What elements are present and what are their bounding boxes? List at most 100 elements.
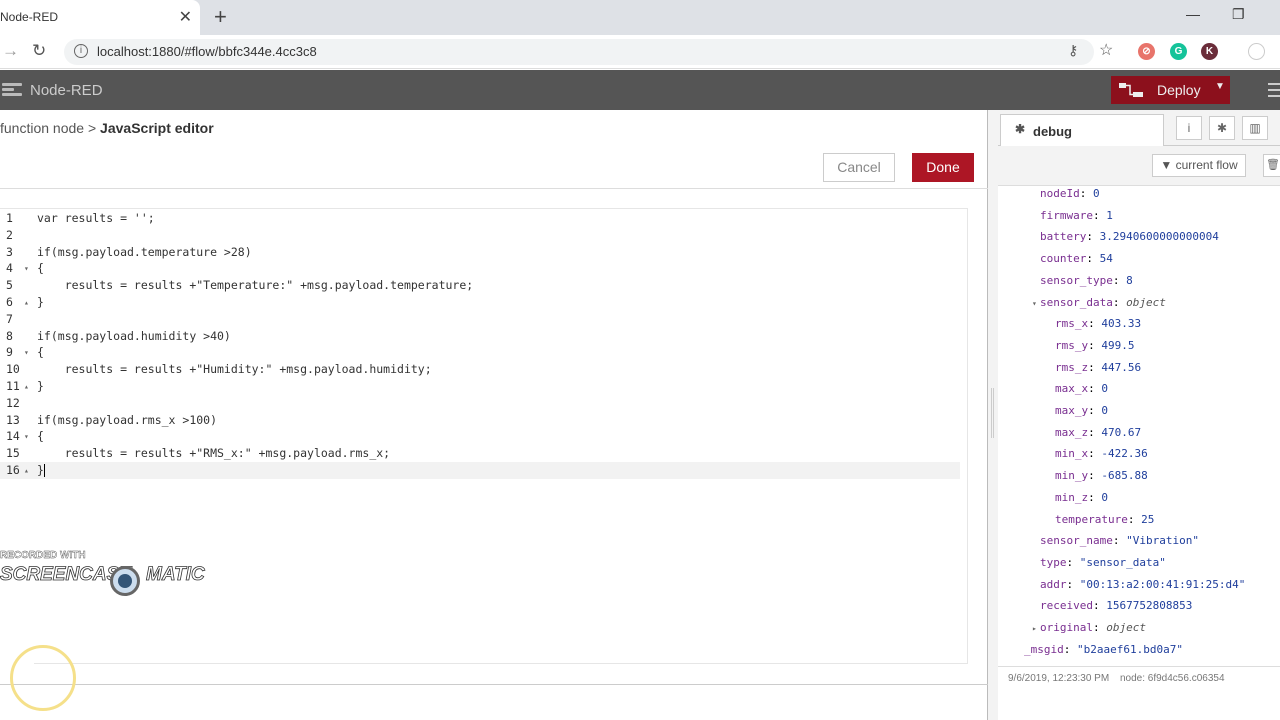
debug-property: battery: 3.2940600000000004 (1040, 226, 1219, 247)
debug-property: addr: "00:13:a2:00:41:91:25:d4" (1040, 574, 1245, 595)
code-line[interactable]: 15 results = results +"RMS_x:" +msg.payl… (0, 445, 960, 462)
new-tab-icon[interactable]: + (214, 4, 227, 30)
clear-trash-icon[interactable]: 🗑 (1263, 154, 1280, 177)
account-icon[interactable] (1248, 43, 1265, 60)
debug-separator: : (1088, 425, 1102, 439)
debug-separator: : (1092, 208, 1107, 222)
code-line[interactable]: 10 results = results +"Humidity:" +msg.p… (0, 361, 960, 378)
debug-toolbar: ▼ current flow 🗑 (998, 146, 1280, 186)
debug-value: 3.2940600000000004 (1099, 230, 1219, 244)
screencast-watermark: RECORDED WITH SCREENCAST MATIC (0, 550, 210, 600)
url-text[interactable]: localhost:1880/#flow/bbfc344e.4cc3c8 (97, 44, 317, 59)
fold-open-icon[interactable]: ▾ (24, 428, 29, 445)
code-line[interactable]: 4 ▾{ (0, 260, 960, 277)
url-bar[interactable]: i localhost:1880/#flow/bbfc344e.4cc3c8 (64, 39, 1094, 65)
sidebar-resize-handle[interactable] (988, 110, 998, 720)
expand-open-icon[interactable]: ▾ (1032, 293, 1040, 314)
debug-property[interactable]: ▾ sensor_data: object (1032, 292, 1166, 313)
debug-property: temperature: 25 (1055, 509, 1154, 530)
line-number: 1 (6, 211, 13, 225)
code-text: var results = ''; (37, 211, 155, 225)
debug-tab-icon[interactable]: ✱ (1209, 116, 1235, 140)
editor-tray: function node > JavaScript editor Cancel… (0, 110, 988, 720)
debug-separator: : (1088, 338, 1102, 352)
deploy-button[interactable]: Deploy ▼ (1111, 76, 1230, 104)
debug-separator: : (1088, 490, 1102, 504)
cancel-button[interactable]: Cancel (823, 153, 895, 182)
code-line[interactable]: 9 ▾{ (0, 344, 960, 361)
debug-separator: : (1092, 621, 1107, 634)
extension-icon[interactable]: ⊘ (1138, 43, 1155, 60)
debug-separator: : (1066, 555, 1080, 569)
text-cursor (43, 464, 45, 477)
debug-separator: : (1088, 447, 1102, 461)
line-number: 13 (6, 412, 20, 427)
debug-property: min_z: 0 (1055, 487, 1108, 508)
tab-close-icon[interactable]: ✕ (179, 7, 192, 27)
debug-key: counter (1040, 252, 1087, 266)
debug-separator: : (1088, 317, 1102, 331)
bookmark-star-icon[interactable]: ☆ (1099, 40, 1113, 60)
main-menu-icon[interactable] (1268, 83, 1280, 97)
profile-k-icon[interactable]: K (1201, 43, 1218, 60)
code-line[interactable]: 12 (0, 395, 960, 412)
fold-close-icon[interactable]: ▴ (24, 294, 29, 311)
filter-button[interactable]: ▼ current flow (1152, 154, 1246, 177)
info-tab-icon[interactable]: i (1176, 116, 1202, 140)
code-line[interactable]: 14 ▾{ (0, 428, 960, 445)
debug-property: counter: 54 (1040, 248, 1113, 269)
debug-key: type (1040, 555, 1067, 569)
debug-value: -685.88 (1101, 469, 1148, 483)
code-line[interactable]: 6 ▴} (0, 294, 960, 311)
debug-separator: : (1063, 642, 1077, 656)
debug-key: battery (1040, 230, 1087, 244)
code-line[interactable]: 7 (0, 311, 960, 328)
message-node-id[interactable]: node: 6f9d4c56.c06354 (1120, 673, 1225, 684)
debug-value: 447.56 (1101, 360, 1142, 374)
debug-separator: : (1088, 360, 1102, 374)
restore-icon[interactable]: ❐ (1232, 6, 1245, 23)
debug-key: rms_y (1055, 338, 1089, 352)
forward-icon[interactable]: → (2, 41, 19, 61)
debug-property: received: 1567752808853 (1040, 595, 1192, 616)
code-line[interactable]: 2 (0, 227, 960, 244)
code-line[interactable]: 8 if(msg.payload.humidity >40) (0, 328, 960, 345)
fold-open-icon[interactable]: ▾ (24, 344, 29, 361)
debug-property: rms_x: 403.33 (1055, 313, 1141, 334)
fold-close-icon[interactable]: ▴ (24, 462, 29, 479)
debug-key: firmware (1040, 208, 1093, 222)
reload-icon[interactable]: ↻ (32, 41, 46, 61)
fold-close-icon[interactable]: ▴ (24, 378, 29, 395)
browser-tab[interactable]: Node-RED ✕ (0, 0, 200, 35)
grammarly-icon[interactable]: G (1170, 43, 1187, 60)
tab-title: Node-RED (0, 10, 59, 24)
code-line[interactable]: 11 ▴} (0, 378, 960, 395)
divider (0, 188, 988, 189)
code-line[interactable]: 5 results = results +"Temperature:" +msg… (0, 277, 960, 294)
breadcrumb-parent[interactable]: function node (0, 120, 84, 136)
minimize-icon[interactable]: — (1186, 6, 1200, 22)
tab-debug[interactable]: ✱ debug (1000, 114, 1164, 147)
filter-icon: ▼ (1160, 158, 1173, 172)
fold-open-icon[interactable]: ▾ (24, 260, 29, 277)
message-timestamp: 9/6/2019, 12:23:30 PM (1008, 673, 1110, 684)
debug-property[interactable]: ▸ original: object (1032, 617, 1146, 638)
code-line[interactable]: 3 if(msg.payload.temperature >28) (0, 244, 960, 261)
site-info-icon[interactable]: i (74, 44, 88, 58)
expand-closed-icon[interactable]: ▸ (1032, 618, 1040, 639)
code-line[interactable]: 1 var results = ''; (0, 210, 960, 227)
debug-key: nodeId (1040, 187, 1080, 200)
dashboard-tab-icon[interactable]: ▥ (1242, 116, 1268, 140)
code-text: if(msg.payload.rms_x >100) (37, 412, 218, 427)
watermark-logo-center (118, 574, 132, 588)
debug-property: _msgid: "b2aaef61.bd0a7" (1024, 639, 1183, 660)
deploy-dropdown-icon[interactable]: ▼ (1215, 81, 1225, 92)
code-line[interactable]: 16 ▴} (0, 462, 960, 479)
debug-separator: : (1112, 534, 1127, 548)
password-key-icon[interactable]: ⚷ (1068, 42, 1078, 59)
debug-message-list: nodeId: 0 firmware: 1 battery: 3.294060000… (998, 186, 1280, 666)
code-line[interactable]: 13 if(msg.payload.rms_x >100) (0, 412, 960, 429)
done-button[interactable]: Done (912, 153, 974, 182)
debug-separator: : (1127, 512, 1142, 526)
app-title: Node-RED (30, 82, 103, 99)
